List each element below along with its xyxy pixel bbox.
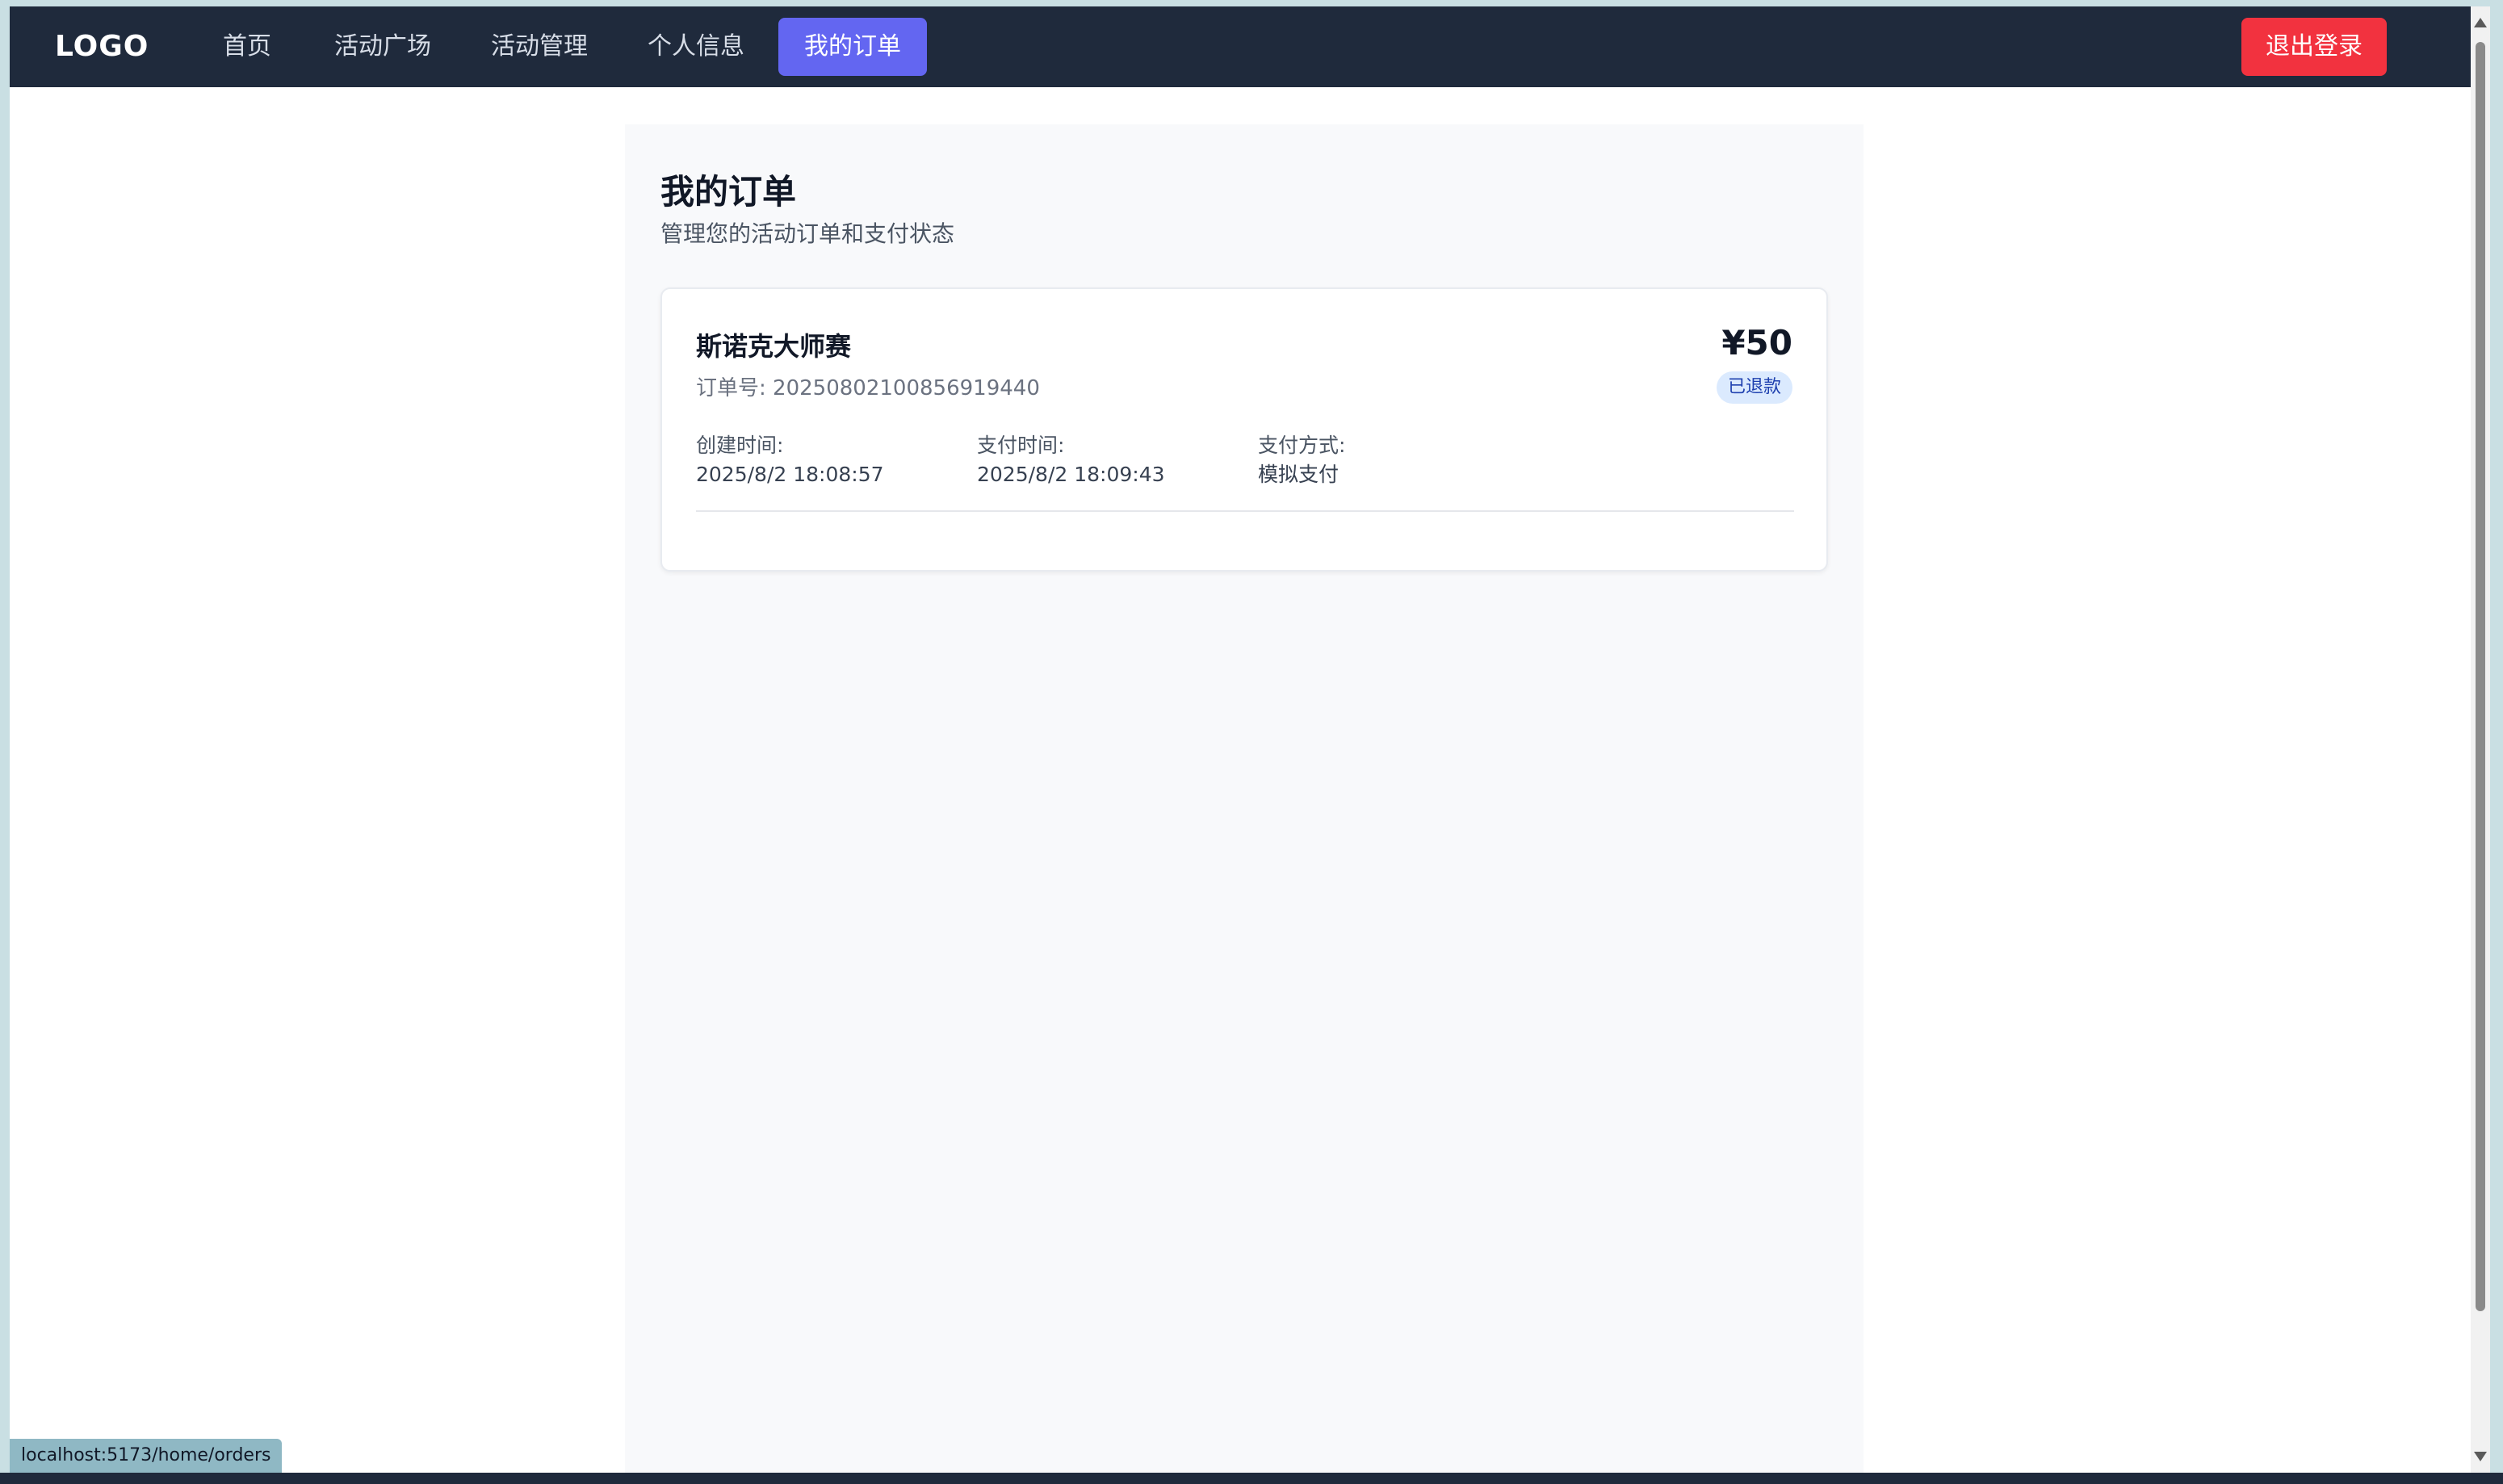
payment-method-label: 支付方式: bbox=[1258, 434, 1346, 457]
logout-button[interactable]: 退出登录 bbox=[2241, 18, 2387, 76]
logo[interactable]: LOGO bbox=[55, 24, 149, 69]
created-time-label: 创建时间: bbox=[696, 434, 784, 457]
paid-time-label: 支付时间: bbox=[977, 434, 1065, 457]
order-number: 订单号: 20250802100856919440 bbox=[696, 376, 1040, 400]
order-price: ¥50 bbox=[1721, 323, 1792, 363]
page-subtitle: 管理您的活动订单和支付状态 bbox=[660, 220, 955, 247]
created-time-value: 2025/8/2 18:08:57 bbox=[696, 463, 884, 486]
scrollbar-thumb[interactable] bbox=[2476, 42, 2485, 1311]
scroll-down-arrow-icon[interactable] bbox=[2474, 1452, 2487, 1461]
nav-item-profile[interactable]: 个人信息 bbox=[622, 18, 770, 76]
order-card[interactable]: 斯诺克大师赛 订单号: 20250802100856919440 ¥50 已退款… bbox=[660, 287, 1828, 572]
status-badge: 已退款 bbox=[1716, 371, 1792, 404]
page-title: 我的订单 bbox=[660, 172, 797, 212]
created-time: 创建时间: 2025/8/2 18:08:57 bbox=[696, 431, 884, 489]
card-divider bbox=[696, 510, 1794, 512]
nav-item-my-orders[interactable]: 我的订单 bbox=[778, 18, 927, 76]
payment-method-value: 模拟支付 bbox=[1258, 463, 1340, 486]
paid-time: 支付时间: 2025/8/2 18:09:43 bbox=[977, 431, 1165, 489]
orders-panel: 我的订单 管理您的活动订单和支付状态 斯诺克大师赛 订单号: 202508021… bbox=[625, 124, 1864, 1478]
vertical-scrollbar[interactable] bbox=[2471, 6, 2490, 1478]
payment-method: 支付方式: 模拟支付 bbox=[1258, 431, 1345, 489]
nav-item-activity-square[interactable]: 活动广场 bbox=[308, 18, 457, 76]
link-preview-url: localhost:5173/home/orders bbox=[10, 1439, 283, 1473]
top-navbar: LOGO 首页 活动广场 活动管理 个人信息 我的订单 退出登录 bbox=[10, 6, 2480, 87]
paid-time-value: 2025/8/2 18:09:43 bbox=[977, 463, 1165, 486]
nav-item-home[interactable]: 首页 bbox=[197, 18, 297, 76]
scroll-up-arrow-icon[interactable] bbox=[2474, 18, 2487, 27]
app-viewport: LOGO 首页 活动广场 活动管理 个人信息 我的订单 退出登录 我的订单 管理… bbox=[10, 6, 2480, 1478]
order-activity-name: 斯诺克大师赛 bbox=[696, 331, 852, 362]
bottom-edge bbox=[0, 1473, 2503, 1484]
nav-item-activity-management[interactable]: 活动管理 bbox=[465, 18, 614, 76]
